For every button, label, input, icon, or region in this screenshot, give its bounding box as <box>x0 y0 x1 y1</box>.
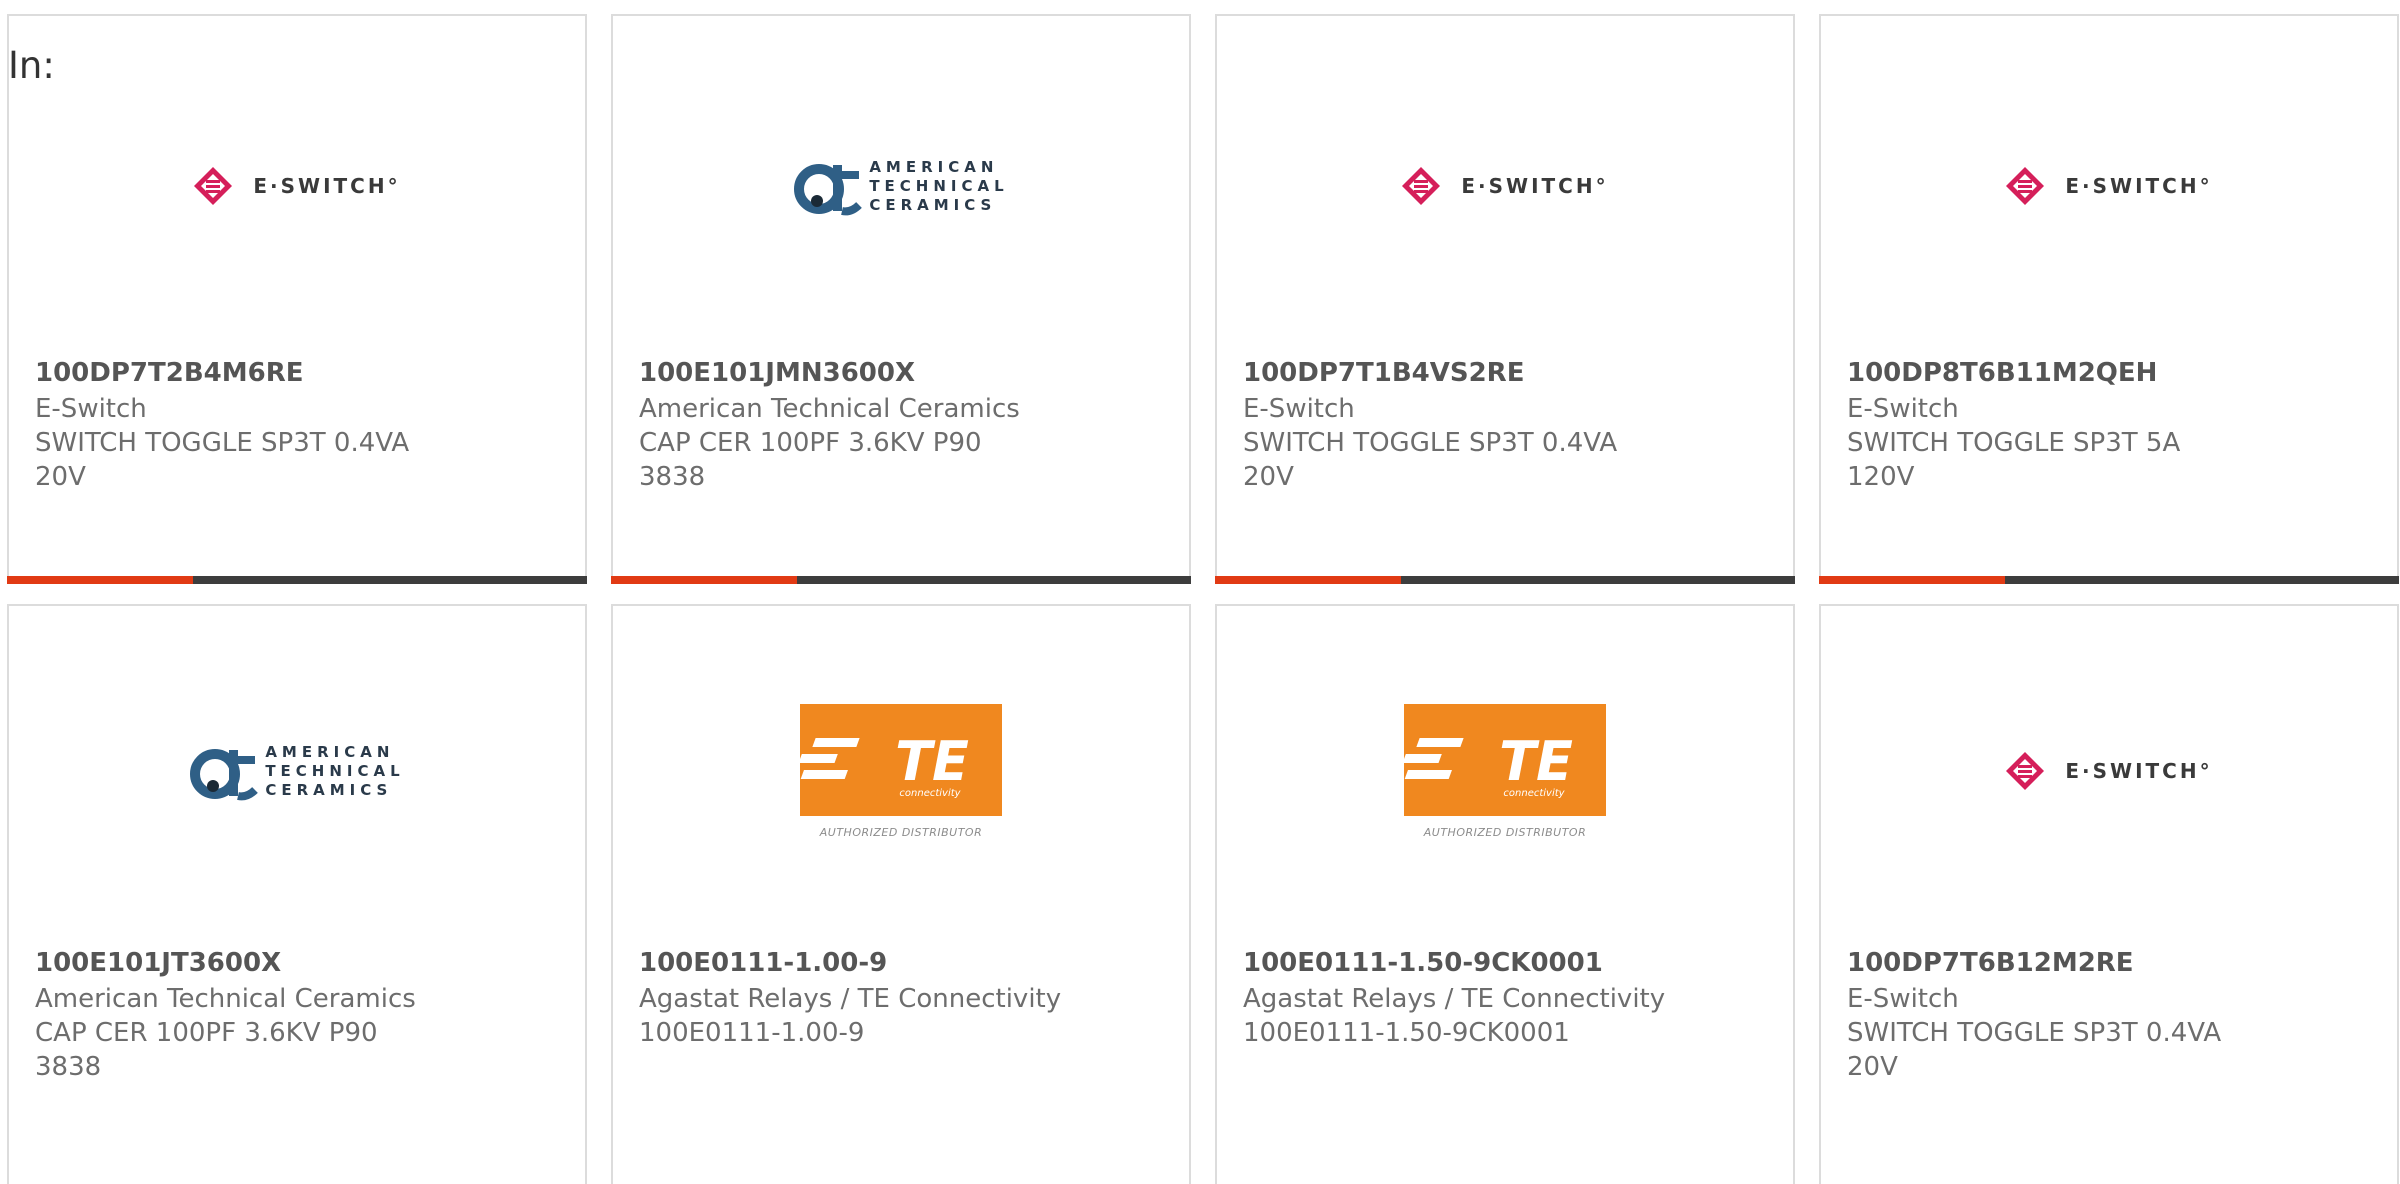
manufacturer-name: American Technical Ceramics <box>35 984 416 1014</box>
atc-wordmark-line: CERAMICS <box>265 780 393 799</box>
part-number: 100E0111-1.50-9CK0001 <box>1243 948 1603 978</box>
atc-wordmark-line: TECHNICAL <box>869 176 1009 195</box>
e-switch-mark-icon <box>1402 167 1441 205</box>
manufacturer-logo: E·SWITCH° <box>1821 606 2397 936</box>
atc-wordmark-line: CERAMICS <box>869 195 997 214</box>
svg-text:connectivity: connectivity <box>1503 788 1565 799</box>
manufacturer-name: American Technical Ceramics <box>639 394 1020 424</box>
manufacturer-name: E-Switch <box>1243 394 1355 424</box>
e-switch-logo: E·SWITCH° <box>2005 166 2212 206</box>
atc-logo: AMERICAN TECHNICAL CERAMICS <box>793 151 1008 221</box>
product-description: SWITCH TOGGLE SP3T 5A 120V <box>1847 428 2181 492</box>
svg-text:TE: TE <box>895 730 969 793</box>
part-number: 100DP7T2B4M6RE <box>35 358 304 388</box>
te-mark-icon: TEconnectivity <box>1404 730 1573 799</box>
product-grid: E·SWITCH° 100DP7T2B4M6RE E-Switch SWITCH… <box>0 0 2400 1184</box>
e-switch-logo: E·SWITCH° <box>2005 751 2212 791</box>
manufacturer-logo: AMERICAN TECHNICAL CERAMICS <box>9 606 585 936</box>
part-number: 100E101JMN3600X <box>639 358 916 388</box>
te-connectivity-badge: TE connectivity <box>1404 703 1606 816</box>
atc-mark-icon <box>794 164 863 216</box>
progress-fill <box>1819 576 2005 584</box>
part-number: 100DP8T6B11M2QEH <box>1847 358 2158 388</box>
atc-wordmark-line: AMERICAN <box>265 742 395 761</box>
svg-text:connectivity: connectivity <box>899 788 961 799</box>
atc-wordmark-line: AMERICAN <box>869 157 999 176</box>
te-logo: TE connectivity AUTHORIZED DISTRIBUTOR <box>800 703 1002 839</box>
e-switch-wordmark: E·SWITCH° <box>1461 174 1609 198</box>
progress-bar <box>1215 576 1795 584</box>
part-number: 100DP7T1B4VS2RE <box>1243 358 1525 388</box>
product-description: SWITCH TOGGLE SP3T 0.4VA 20V <box>35 428 410 492</box>
manufacturer-logo: TE connectivity AUTHORIZED DISTRIBUTOR <box>1217 606 1793 936</box>
progress-bar <box>7 576 587 584</box>
te-connectivity-badge: TE connectivity <box>800 703 1002 816</box>
svg-text:TE: TE <box>1499 730 1573 793</box>
product-card[interactable]: E·SWITCH° 100DP7T1B4VS2RE E-Switch SWITC… <box>1215 14 1795 584</box>
manufacturer-name: E-Switch <box>35 394 147 424</box>
manufacturer-logo: E·SWITCH° <box>9 16 585 356</box>
progress-fill <box>1215 576 1401 584</box>
product-card[interactable]: E·SWITCH° 100DP7T6B12M2RE E-Switch SWITC… <box>1819 604 2399 1184</box>
part-number: 100E101JT3600X <box>35 948 282 978</box>
e-switch-wordmark: E·SWITCH° <box>2065 759 2213 783</box>
atc-mark-icon <box>190 749 259 801</box>
product-description: CAP CER 100PF 3.6KV P90 3838 <box>639 428 982 492</box>
e-switch-logo: E·SWITCH° <box>193 166 400 206</box>
manufacturer-logo: E·SWITCH° <box>1217 16 1793 356</box>
in-label: In: <box>8 44 55 87</box>
atc-wordmark-line: TECHNICAL <box>265 761 405 780</box>
progress-bar <box>1819 576 2399 584</box>
product-description: SWITCH TOGGLE SP3T 0.4VA 20V <box>1847 1018 2222 1082</box>
part-number: 100DP7T6B12M2RE <box>1847 948 2134 978</box>
manufacturer-name: E-Switch <box>1847 984 1959 1014</box>
e-switch-mark-icon <box>194 167 233 205</box>
manufacturer-name: Agastat Relays / TE Connectivity <box>1243 984 1666 1014</box>
product-card[interactable]: AMERICAN TECHNICAL CERAMICS 100E101JMN3600… <box>611 14 1191 584</box>
manufacturer-name: E-Switch <box>1847 394 1959 424</box>
product-description: 100E0111-1.50-9CK0001 <box>1243 1018 1570 1048</box>
e-switch-logo: E·SWITCH° <box>1401 166 1608 206</box>
product-description: SWITCH TOGGLE SP3T 0.4VA 20V <box>1243 428 1618 492</box>
part-number: 100E0111-1.00-9 <box>639 948 888 978</box>
te-logo: TE connectivity AUTHORIZED DISTRIBUTOR <box>1404 703 1606 839</box>
atc-logo: AMERICAN TECHNICAL CERAMICS <box>189 736 404 806</box>
product-description: 100E0111-1.00-9 <box>639 1018 865 1048</box>
product-card[interactable]: TE connectivity AUTHORIZED DISTRIBUTOR 100… <box>1215 604 1795 1184</box>
progress-fill <box>611 576 797 584</box>
manufacturer-logo: AMERICAN TECHNICAL CERAMICS <box>613 16 1189 356</box>
product-card[interactable]: AMERICAN TECHNICAL CERAMICS 100E101JT3600X… <box>7 604 587 1184</box>
manufacturer-name: Agastat Relays / TE Connectivity <box>639 984 1062 1014</box>
e-switch-mark-icon <box>2006 167 2045 205</box>
manufacturer-logo: E·SWITCH° <box>1821 16 2397 356</box>
product-card[interactable]: TE connectivity AUTHORIZED DISTRIBUTOR 100… <box>611 604 1191 1184</box>
product-description: CAP CER 100PF 3.6KV P90 3838 <box>35 1018 378 1082</box>
te-mark-icon: TEconnectivity <box>800 730 969 799</box>
e-switch-mark-icon <box>2006 752 2045 790</box>
progress-fill <box>7 576 193 584</box>
authorized-distributor-caption: AUTHORIZED DISTRIBUTOR <box>1423 825 1587 839</box>
e-switch-wordmark: E·SWITCH° <box>2065 174 2213 198</box>
authorized-distributor-caption: AUTHORIZED DISTRIBUTOR <box>819 825 983 839</box>
product-card[interactable]: E·SWITCH° 100DP7T2B4M6RE E-Switch SWITCH… <box>7 14 587 584</box>
product-card[interactable]: E·SWITCH° 100DP8T6B11M2QEH E-Switch SWIT… <box>1819 14 2399 584</box>
e-switch-wordmark: E·SWITCH° <box>253 174 401 198</box>
progress-bar <box>611 576 1191 584</box>
manufacturer-logo: TE connectivity AUTHORIZED DISTRIBUTOR <box>613 606 1189 936</box>
